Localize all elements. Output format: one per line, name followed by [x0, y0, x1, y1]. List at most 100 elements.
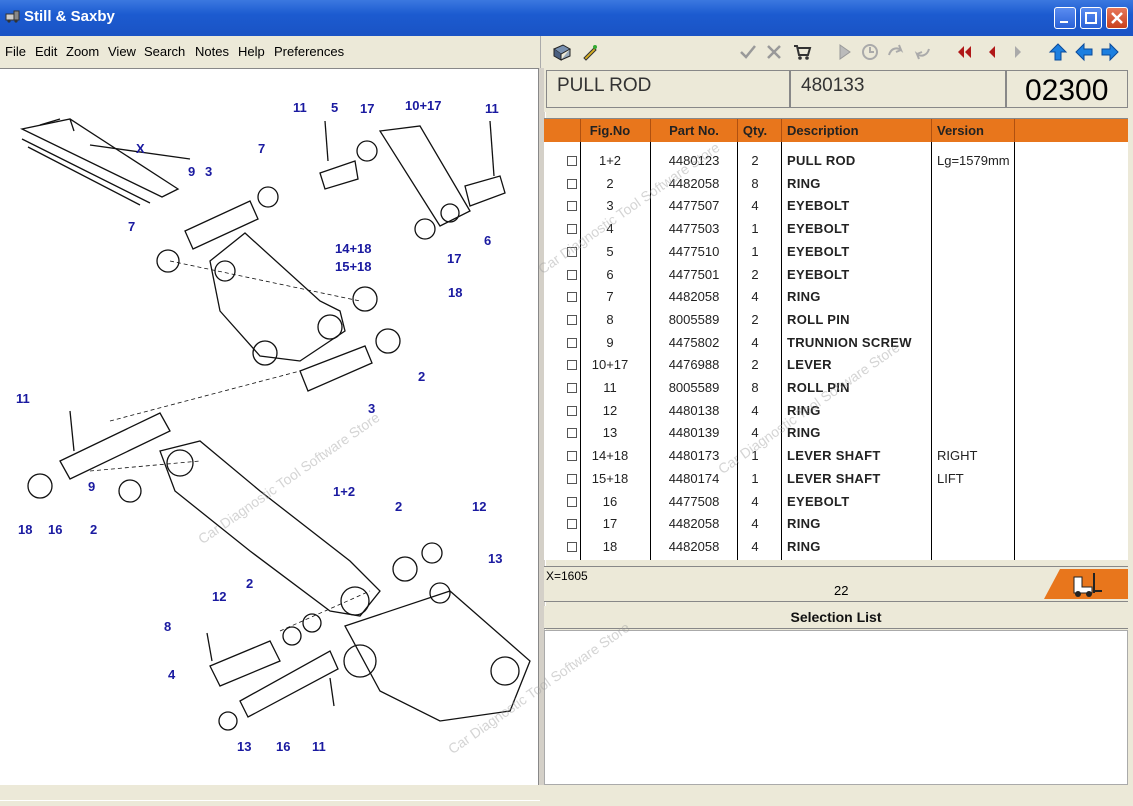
maximize-button[interactable]	[1080, 7, 1102, 29]
menu-file[interactable]: File	[5, 44, 26, 59]
minimize-button[interactable]	[1054, 7, 1076, 29]
row-checkbox[interactable]	[567, 201, 577, 212]
cell-qty: 4	[751, 198, 759, 214]
callout-label: 18	[448, 285, 462, 300]
check-icon[interactable]	[737, 41, 759, 63]
cell-fig: 12	[602, 402, 618, 418]
table-row[interactable]: 17 4482058 4 RING	[544, 513, 1128, 535]
callout-label: 7	[128, 219, 135, 234]
row-checkbox[interactable]	[567, 519, 577, 530]
row-checkbox[interactable]	[567, 292, 577, 303]
row-checkbox[interactable]	[567, 473, 577, 484]
table-row[interactable]: 14+18 4480173 1 LEVER SHAFT RIGHT	[544, 445, 1128, 467]
arrow-up-icon[interactable]	[1047, 41, 1069, 63]
cell-fig: 9	[606, 334, 614, 350]
table-row[interactable]: 13 4480139 4 RING	[544, 422, 1128, 444]
table-row[interactable]: 2 4482058 8 RING	[544, 173, 1128, 195]
cell-description: RING	[787, 516, 821, 532]
col-part[interactable]: Part No.	[652, 123, 736, 138]
table-row[interactable]: 10+17 4476988 2 LEVER	[544, 354, 1128, 376]
table-row[interactable]: 8 8005589 2 ROLL PIN	[544, 309, 1128, 331]
callout-label: 1+2	[333, 484, 355, 499]
book-icon[interactable]	[551, 41, 573, 63]
menu-view[interactable]: View	[108, 44, 136, 59]
clock-icon[interactable]	[859, 41, 881, 63]
forward-icon[interactable]	[885, 41, 907, 63]
exploded-diagram[interactable]: 11 5 17 10+17 11 7 9 3 X 7 14+18 15+18 1…	[0, 68, 540, 801]
table-row[interactable]: 4 4477503 1 EYEBOLT	[544, 218, 1128, 240]
callout-label: 11	[485, 101, 499, 116]
menu-preferences[interactable]: Preferences	[274, 44, 344, 59]
cell-fig: 6	[606, 266, 614, 282]
col-desc[interactable]: Description	[787, 123, 859, 138]
cell-fig: 2	[606, 175, 614, 191]
table-row[interactable]: 1+2 4480123 2 PULL ROD Lg=1579mm	[544, 150, 1128, 172]
cell-qty: 2	[751, 153, 759, 168]
cart-icon[interactable]	[791, 41, 813, 63]
maximize-icon	[1085, 12, 1097, 24]
callout-label: 7	[258, 141, 265, 156]
selection-list-header: Selection List	[544, 606, 1128, 629]
callout-label: 16	[276, 739, 290, 754]
cell-fig: 16	[602, 493, 618, 509]
row-checkbox[interactable]	[567, 314, 577, 325]
cross-icon[interactable]	[763, 41, 785, 63]
cell-fig: 18	[602, 538, 618, 554]
menu-help[interactable]: Help	[238, 44, 265, 59]
table-row[interactable]: 16 4477508 4 EYEBOLT	[544, 491, 1128, 513]
col-qty[interactable]: Qty.	[738, 123, 772, 138]
table-row[interactable]: 9 4475802 4 TRUNNION SCREW	[544, 332, 1128, 354]
row-checkbox[interactable]	[567, 360, 577, 371]
callout-label: 9	[88, 479, 95, 494]
pen-icon[interactable]	[579, 41, 601, 63]
app-icon	[5, 10, 20, 23]
cell-description: EYEBOLT	[787, 266, 850, 282]
play-icon[interactable]	[833, 41, 855, 63]
cell-description: PULL ROD	[787, 153, 856, 168]
title-bar: Still & Saxby	[0, 0, 1133, 36]
row-checkbox[interactable]	[567, 405, 577, 416]
table-header: Fig.No Part No. Qty. Description Version	[544, 118, 1128, 143]
cell-description: EYEBOLT	[787, 243, 850, 259]
table-row[interactable]: 18 4482058 4 RING	[544, 536, 1128, 558]
arrow-left-icon[interactable]	[1073, 41, 1095, 63]
menu-notes[interactable]: Notes	[195, 44, 229, 59]
close-button[interactable]	[1106, 7, 1128, 29]
cell-description: EYEBOLT	[787, 198, 850, 214]
cell-qty: 2	[751, 311, 759, 327]
bottom-edge	[0, 785, 1133, 800]
row-checkbox[interactable]	[567, 496, 577, 507]
menu-edit[interactable]: Edit	[35, 44, 57, 59]
col-fig[interactable]: Fig.No	[582, 123, 638, 138]
table-row[interactable]: 5 4477510 1 EYEBOLT	[544, 241, 1128, 263]
row-checkbox[interactable]	[567, 383, 577, 393]
first-icon[interactable]	[953, 41, 975, 63]
prev-icon[interactable]	[981, 41, 1003, 63]
row-checkbox[interactable]	[567, 224, 577, 235]
menu-search[interactable]: Search	[144, 44, 185, 59]
col-version[interactable]: Version	[937, 123, 984, 138]
next-icon[interactable]	[1007, 41, 1029, 63]
callout-label: 6	[484, 233, 491, 248]
back-icon[interactable]	[911, 41, 933, 63]
arrow-right-icon[interactable]	[1099, 41, 1121, 63]
table-row[interactable]: 6 4477501 2 EYEBOLT	[544, 264, 1128, 286]
row-checkbox[interactable]	[567, 541, 577, 552]
cell-part: 4477501	[668, 266, 720, 282]
callout-label: 13	[488, 551, 502, 566]
row-checkbox[interactable]	[567, 428, 577, 439]
table-row[interactable]: 12 4480138 4 RING	[544, 400, 1128, 422]
row-checkbox[interactable]	[567, 156, 577, 166]
row-checkbox[interactable]	[567, 178, 577, 189]
cell-part: 4482058	[668, 289, 720, 305]
selection-list[interactable]	[544, 630, 1128, 785]
table-row[interactable]: 7 4482058 4 RING	[544, 286, 1128, 308]
row-checkbox[interactable]	[567, 269, 577, 280]
row-checkbox[interactable]	[567, 337, 577, 348]
table-row[interactable]: 15+18 4480174 1 LEVER SHAFT LIFT	[544, 468, 1128, 490]
row-checkbox[interactable]	[567, 451, 577, 462]
menu-zoom[interactable]: Zoom	[66, 44, 99, 59]
cell-fig: 10+17	[591, 357, 629, 373]
callout-label: 2	[246, 576, 253, 591]
cell-qty: 1	[751, 243, 759, 259]
